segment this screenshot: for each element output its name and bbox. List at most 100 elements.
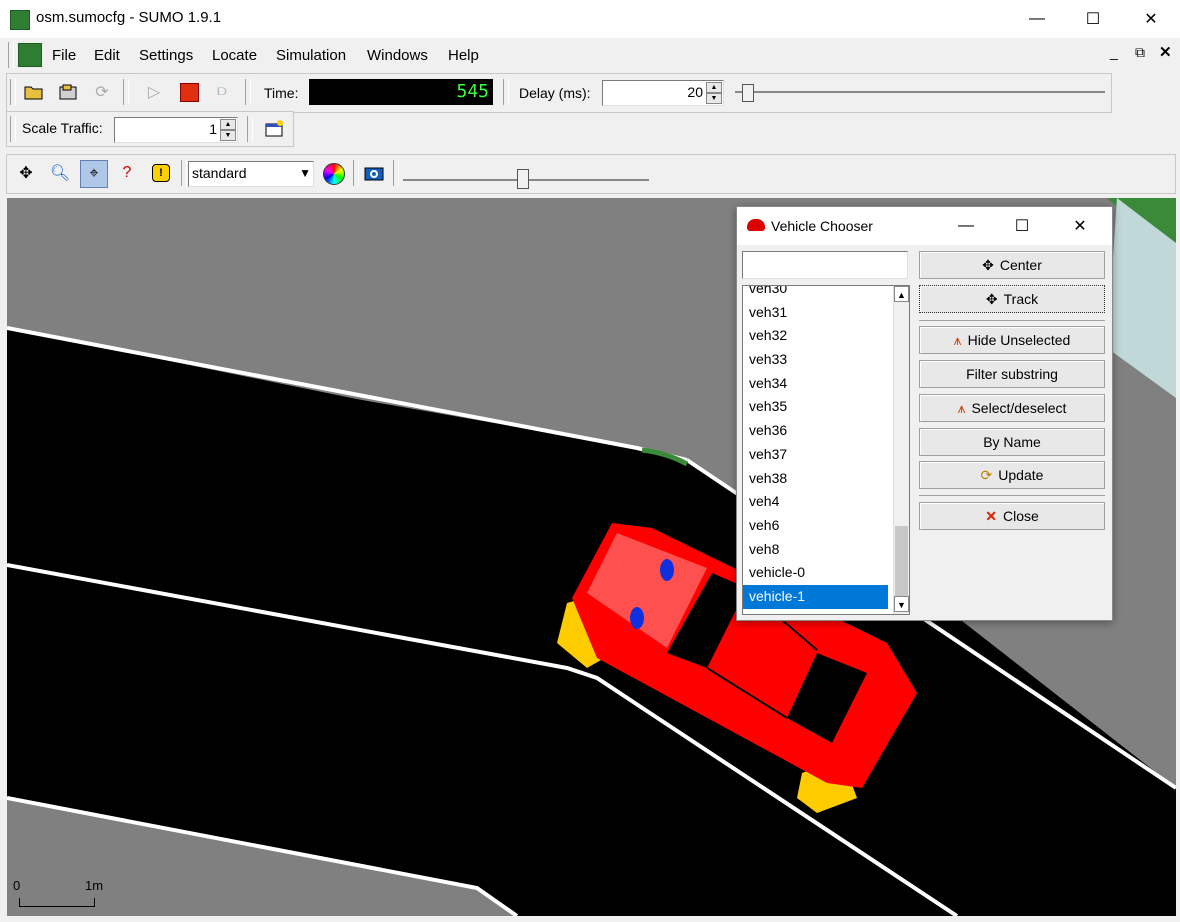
close-icon: ✕ bbox=[985, 507, 997, 524]
reload-icon[interactable]: ⟳ bbox=[89, 79, 115, 105]
toolbar-grip bbox=[10, 116, 16, 142]
scroll-down-icon[interactable]: ▼ bbox=[894, 596, 909, 612]
recenter-view-icon[interactable]: ✥ bbox=[13, 160, 39, 186]
menu-bar: File Edit Settings Locate Simulation Win… bbox=[0, 38, 1180, 72]
scale-traffic-label: Scale Traffic: bbox=[22, 120, 103, 136]
run-icon[interactable]: ▷ bbox=[141, 79, 167, 105]
list-item[interactable]: veh8 bbox=[743, 538, 909, 562]
view-toolbar: ✥ 🔍︎ ⌖ ? ! standard ▼ bbox=[6, 154, 1176, 194]
filter-substring-button[interactable]: Filter substring bbox=[919, 360, 1105, 388]
mdi-minimize-icon[interactable]: _ bbox=[1110, 44, 1118, 60]
scale-bar bbox=[19, 898, 95, 907]
time-label: Time: bbox=[264, 85, 299, 101]
color-scheme-select[interactable]: standard ▼ bbox=[188, 161, 314, 187]
list-scrollbar[interactable]: ▲ ▼ bbox=[893, 286, 909, 614]
toolbar-separator bbox=[393, 160, 399, 186]
menu-file[interactable]: File bbox=[52, 47, 76, 64]
dialog-title: Vehicle Chooser bbox=[771, 218, 873, 234]
zoom-icon[interactable]: 🔍︎ bbox=[47, 160, 73, 186]
dialog-title-bar: Vehicle Chooser — ☐ ✕ bbox=[737, 207, 1112, 245]
show-tooltips-icon[interactable]: ! bbox=[148, 160, 174, 186]
list-item[interactable]: veh36 bbox=[743, 419, 909, 443]
list-item[interactable]: veh33 bbox=[743, 348, 909, 372]
delay-slider-handle[interactable] bbox=[742, 84, 754, 102]
dialog-close-button[interactable]: ✕ bbox=[1057, 207, 1103, 245]
screenshot-camera-icon[interactable] bbox=[361, 160, 387, 186]
step-icon[interactable]: ⫐ bbox=[209, 79, 235, 105]
menu-locate[interactable]: Locate bbox=[212, 47, 257, 64]
list-item[interactable]: veh30 bbox=[743, 286, 909, 301]
title-bar: osm.sumocfg - SUMO 1.9.1 — ☐ ✕ bbox=[0, 0, 1180, 38]
scroll-thumb[interactable] bbox=[895, 526, 908, 596]
new-view-icon[interactable] bbox=[261, 116, 287, 142]
select-deselect-button[interactable]: ⩚ Select/deselect bbox=[919, 394, 1105, 422]
list-item[interactable]: veh6 bbox=[743, 514, 909, 538]
scroll-up-icon[interactable]: ▲ bbox=[894, 286, 909, 302]
menu-settings[interactable]: Settings bbox=[139, 47, 193, 64]
time-display: 545 bbox=[309, 79, 493, 105]
minimize-button[interactable]: — bbox=[1014, 0, 1060, 38]
vehicle-chooser-dialog: Vehicle Chooser — ☐ ✕ veh30 veh31 veh32 … bbox=[736, 206, 1113, 621]
hide-unselected-button[interactable]: ⩚ Hide Unselected bbox=[919, 326, 1105, 354]
list-item[interactable]: vehicle-0 bbox=[743, 561, 909, 585]
menu-help[interactable]: Help bbox=[448, 47, 479, 64]
list-item-selected[interactable]: vehicle-1 bbox=[743, 584, 888, 609]
vehicle-icon bbox=[747, 219, 765, 231]
open-folder-icon[interactable] bbox=[21, 79, 47, 105]
update-icon: ⟳ bbox=[980, 466, 993, 483]
3d-view-slider-handle[interactable] bbox=[517, 169, 529, 189]
toolbar-separator bbox=[123, 79, 129, 105]
stop-icon[interactable] bbox=[180, 83, 199, 102]
list-item[interactable]: veh38 bbox=[743, 467, 909, 491]
menu-windows[interactable]: Windows bbox=[367, 47, 428, 64]
close-label: Close bbox=[1002, 508, 1039, 524]
menu-grip bbox=[8, 42, 14, 68]
sumo-menu-icon[interactable] bbox=[18, 43, 42, 67]
dialog-divider bbox=[919, 320, 1105, 321]
list-item[interactable]: veh35 bbox=[743, 395, 909, 419]
close-window-button[interactable]: ✕ bbox=[1128, 0, 1174, 38]
select-deselect-label: Select/deselect bbox=[971, 400, 1067, 416]
chevron-down-icon[interactable]: ▼ bbox=[299, 166, 311, 180]
delay-slider-track[interactable] bbox=[735, 91, 1105, 93]
scale-one-meter-label: 1m bbox=[85, 878, 104, 893]
scale-traffic-value: 1 bbox=[209, 121, 217, 137]
delay-spin-buttons[interactable]: ▲ ▼ bbox=[706, 82, 722, 104]
reload-config-icon[interactable] bbox=[55, 79, 81, 105]
scale-spin-buttons[interactable]: ▲ ▼ bbox=[220, 119, 236, 141]
maximize-button[interactable]: ☐ bbox=[1070, 0, 1116, 38]
vehicle-list[interactable]: veh30 veh31 veh32 veh33 veh34 veh35 veh3… bbox=[742, 285, 910, 615]
list-item[interactable]: veh31 bbox=[743, 301, 909, 325]
toolbar-separator bbox=[503, 79, 509, 105]
dialog-maximize-button[interactable]: ☐ bbox=[999, 207, 1045, 245]
menu-edit[interactable]: Edit bbox=[94, 47, 120, 64]
delay-value: 20 bbox=[687, 84, 703, 100]
additional-info-icon[interactable]: ? bbox=[114, 160, 140, 186]
scale-traffic-spinner[interactable]: 1 ▲ ▼ bbox=[114, 117, 238, 143]
toolbar-grip bbox=[10, 79, 16, 105]
mdi-restore-icon[interactable]: ⧉ bbox=[1135, 44, 1145, 61]
list-item[interactable]: veh34 bbox=[743, 372, 909, 396]
delay-spinner[interactable]: 20 ▲ ▼ bbox=[602, 80, 724, 106]
dialog-divider bbox=[919, 495, 1105, 496]
by-name-button[interactable]: By Name bbox=[919, 428, 1105, 456]
list-item[interactable]: veh32 bbox=[743, 324, 909, 348]
list-item[interactable]: veh37 bbox=[743, 443, 909, 467]
hide-unselected-label: Hide Unselected bbox=[967, 332, 1071, 348]
center-button[interactable]: ✥ Center bbox=[919, 251, 1105, 279]
edit-coloring-icon[interactable] bbox=[323, 163, 345, 185]
vehicle-filter-input[interactable] bbox=[742, 251, 908, 279]
update-button[interactable]: ⟳ Update bbox=[919, 461, 1105, 489]
list-item[interactable]: veh4 bbox=[743, 490, 909, 514]
mdi-close-icon[interactable]: ✕ bbox=[1159, 43, 1172, 61]
window-title: osm.sumocfg - SUMO 1.9.1 bbox=[36, 9, 222, 26]
toolbar-separator bbox=[353, 160, 359, 186]
locate-vehicle-icon[interactable]: ⌖ bbox=[80, 160, 108, 188]
sumo-app-icon bbox=[10, 10, 30, 30]
scale-zero-label: 0 bbox=[13, 878, 21, 893]
menu-simulation[interactable]: Simulation bbox=[276, 47, 346, 64]
scale-toolbar: Scale Traffic: 1 ▲ ▼ bbox=[6, 111, 294, 147]
close-dialog-button[interactable]: ✕ Close bbox=[919, 502, 1105, 530]
dialog-minimize-button[interactable]: — bbox=[943, 207, 989, 245]
track-button[interactable]: ✥ Track bbox=[919, 285, 1105, 313]
